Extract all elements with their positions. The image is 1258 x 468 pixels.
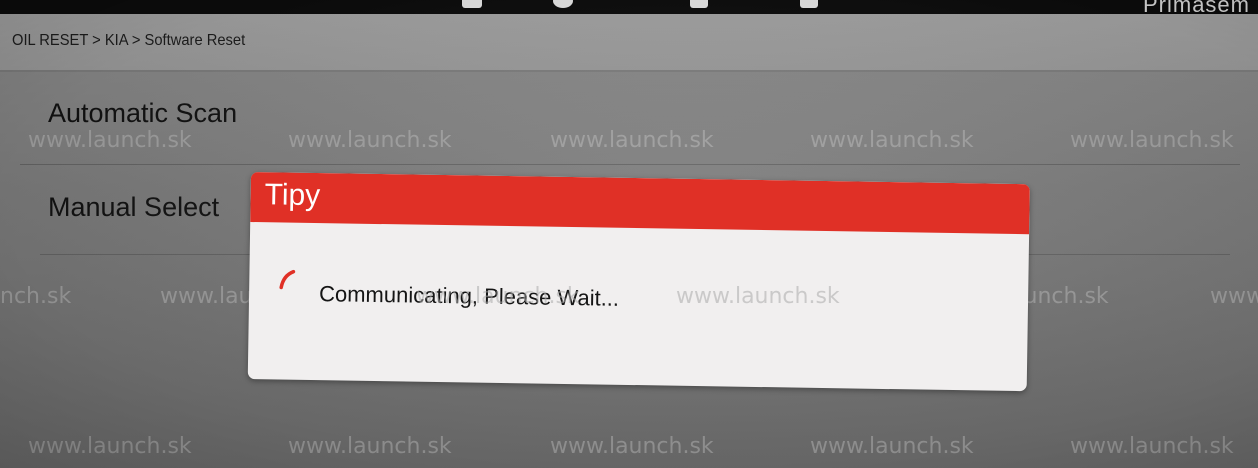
tipy-dialog: Tipy Communicating, Please Wait...	[247, 172, 1030, 392]
nav-back-icon[interactable]	[462, 0, 482, 8]
device-top-bar: Primasem	[0, 0, 1258, 17]
loading-spinner-icon	[277, 269, 297, 290]
watermark: www	[1210, 284, 1258, 309]
nav-screenshot-icon[interactable]	[800, 0, 818, 8]
watermark: www.launch.sk	[810, 128, 974, 153]
nav-home-icon[interactable]	[553, 0, 573, 8]
watermark: nch.sk	[0, 284, 72, 309]
watermark: www.launch.sk	[1070, 434, 1234, 459]
breadcrumb: OIL RESET > KIA > Software Reset	[12, 32, 246, 49]
watermark: www.launch.sk	[550, 128, 714, 153]
divider	[20, 164, 1240, 165]
watermark: www.launch.sk	[810, 434, 974, 459]
breadcrumb-bar: OIL RESET > KIA > Software Reset	[0, 14, 1258, 72]
watermark: www.launch.sk	[550, 434, 714, 459]
watermark: www.launch.sk	[28, 128, 192, 153]
watermark: www.launch.sk	[28, 434, 192, 459]
menu-item-automatic-scan[interactable]: Automatic Scan	[0, 72, 1258, 168]
watermark: www.launch.sk	[1070, 128, 1234, 153]
dialog-title: Tipy	[264, 178, 321, 213]
watermark: www.launch.sk	[416, 284, 580, 309]
watermark: www.launch.sk	[676, 284, 840, 309]
menu-item-label: Automatic Scan	[48, 98, 238, 128]
nav-recent-icon[interactable]	[690, 0, 708, 8]
app-screen: Primasem OIL RESET > KIA > Software Rese…	[0, 0, 1258, 468]
watermark: www.launch.sk	[288, 434, 452, 459]
menu-item-label: Manual Select	[48, 192, 220, 222]
watermark: www.launch.sk	[288, 128, 452, 153]
